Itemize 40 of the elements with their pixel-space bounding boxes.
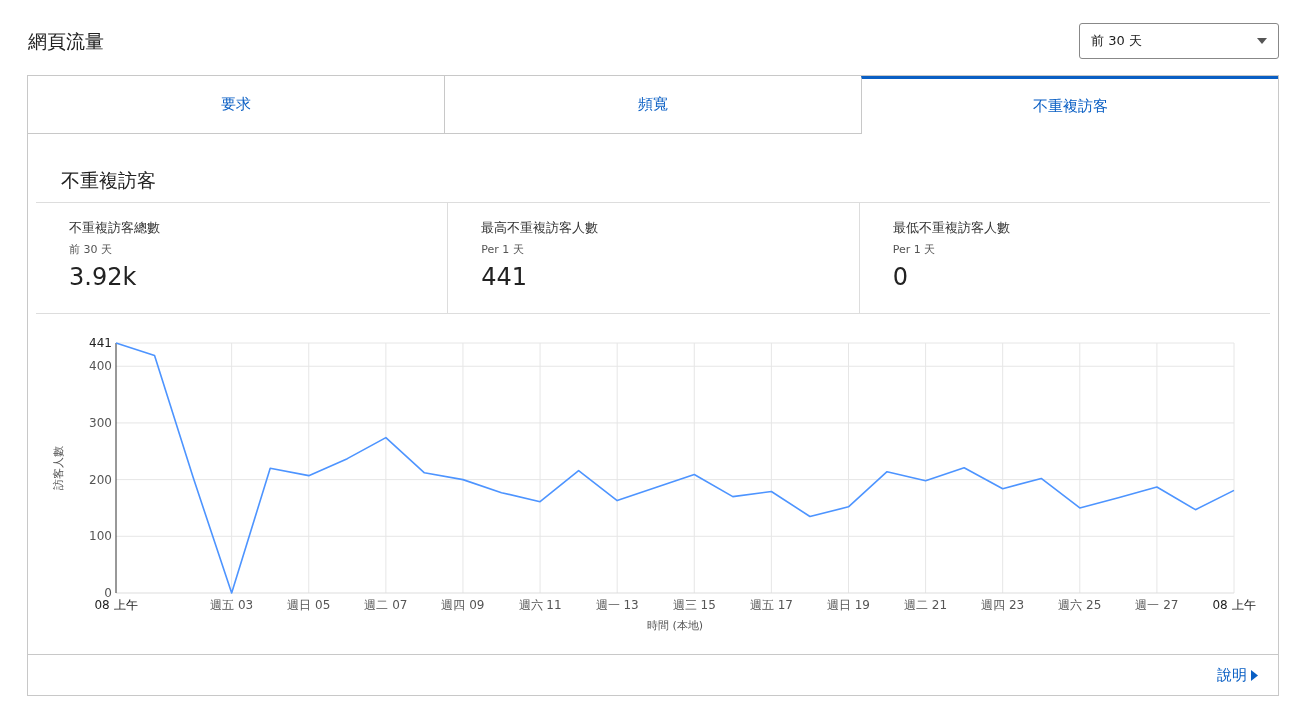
stat-period: 前 30 天	[69, 242, 113, 258]
y-tick-label: 400	[89, 358, 112, 373]
y-tick-label: 200	[89, 472, 112, 487]
x-tick-label: 週二 07	[364, 597, 408, 612]
x-tick-label: 週四 09	[441, 597, 485, 612]
x-tick-label: 週五 03	[210, 597, 254, 612]
x-tick-label: 週六 25	[1058, 597, 1102, 612]
page-title: 網頁流量	[27, 28, 104, 54]
x-tick-label: 08 上午	[94, 597, 138, 612]
x-tick-label: 週一 13	[595, 597, 639, 612]
stat-label: 不重複訪客總數	[69, 218, 161, 237]
y-tick-label: 100	[89, 528, 112, 543]
stat-label: 最高不重複訪客人數	[481, 218, 600, 237]
stat-label: 最低不重複訪客人數	[892, 218, 1011, 237]
y-tick-label: 300	[89, 415, 112, 430]
stat-period: Per 1 天	[481, 242, 525, 258]
stat-value: 0	[892, 261, 909, 292]
play-icon	[1251, 669, 1258, 681]
tab[interactable]: 頻寬	[444, 76, 861, 134]
y-tick-label: 0	[104, 585, 112, 600]
stat-value: 3.92k	[69, 261, 138, 292]
x-tick-label: 週六 11	[518, 597, 562, 612]
x-tick-label: 週五 17	[749, 597, 793, 612]
stat-period: Per 1 天	[892, 242, 937, 258]
x-tick-label: 週二 21	[904, 597, 948, 612]
y-axis-title: 訪客人數	[52, 445, 65, 490]
help-link[interactable]: 說明	[1217, 663, 1258, 687]
section-title: 不重複訪客	[60, 168, 157, 193]
x-tick-label: 週三 15	[672, 597, 716, 612]
tab[interactable]: 不重複訪客	[861, 76, 1278, 134]
caret-icon	[1257, 38, 1267, 44]
x-tick-label: 週一 27	[1135, 597, 1179, 612]
stat-value: 441	[481, 261, 529, 292]
range-dropdown[interactable]: 前 30 天	[1079, 23, 1279, 59]
x-tick-label: 週日 05	[287, 597, 331, 612]
x-tick-label: 週日 19	[826, 597, 871, 612]
x-tick-label: 08 上午	[1212, 597, 1256, 612]
y-tick-label: 441	[89, 335, 112, 350]
x-axis-title: 時間 (本地)	[646, 618, 704, 632]
x-tick-label: 週四 23	[981, 597, 1025, 612]
